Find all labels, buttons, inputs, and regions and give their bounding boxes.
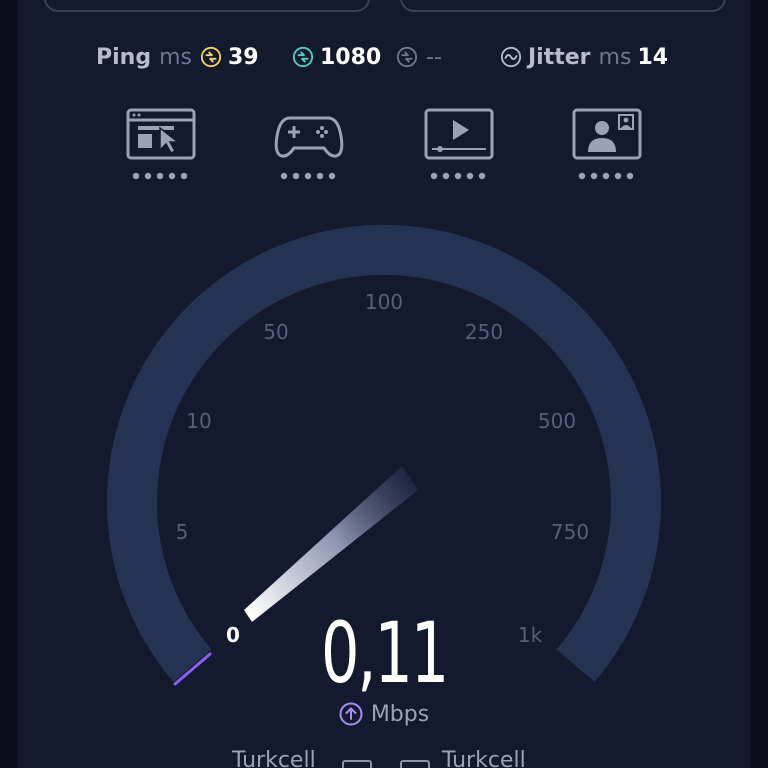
gauge-tick-750: 750 (551, 520, 589, 544)
speed-unit: Mbps (370, 701, 430, 727)
speedtest-screen: Ping ms 39 1080 -- Jitter ms 14 0 5 10 5… (0, 0, 768, 768)
gauge-tick-10: 10 (186, 409, 211, 433)
speed-value: 0,11 (320, 604, 449, 702)
gauge-needle (244, 466, 418, 622)
upload-arrow-icon (339, 702, 363, 726)
gauge-tick-1k: 1k (518, 623, 543, 647)
speed-unit-row: Mbps (300, 700, 468, 728)
device-icon (342, 760, 372, 768)
gauge-tick-0: 0 (226, 623, 240, 647)
gauge-tick-500: 500 (538, 409, 576, 433)
gauge-tick-250: 250 (465, 320, 503, 344)
server-icon (400, 760, 430, 768)
provider-right: Turkcell (442, 748, 526, 768)
gauge-tick-5: 5 (176, 520, 189, 544)
gauge-tick-100: 100 (365, 290, 403, 314)
provider-left: Turkcell (232, 748, 316, 768)
gauge-tick-50: 50 (263, 320, 288, 344)
